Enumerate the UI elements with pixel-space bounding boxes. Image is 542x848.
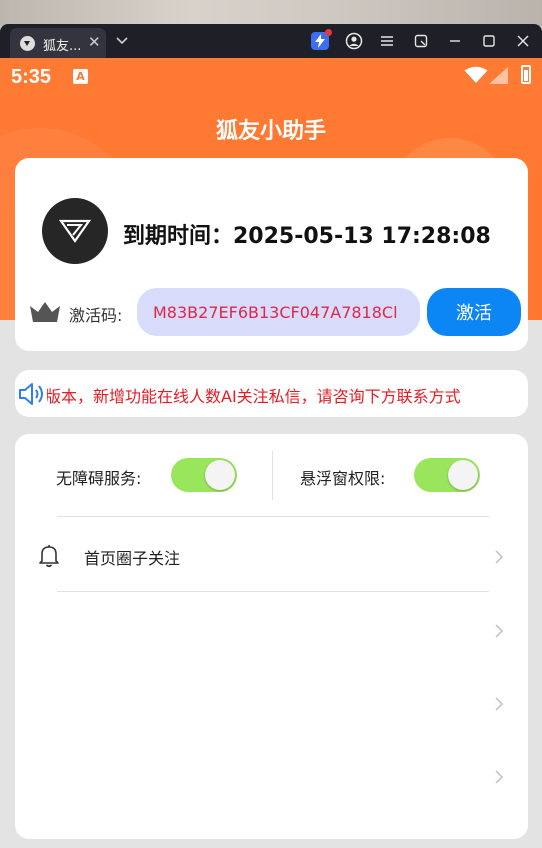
notice-text: 版本，新增功能在线人数AI关注私信，请咨询下方联系方式 [47, 387, 461, 406]
divider [57, 591, 489, 592]
expire-time: 到期时间：2025-05-13 17:28:08 [123, 224, 491, 249]
browser-tab[interactable]: 狐友... ✕ [10, 28, 106, 58]
tab-list-chevron-icon[interactable] [114, 32, 130, 48]
status-time: 5:35 [11, 66, 52, 88]
toggle-knob [205, 460, 235, 490]
notice-bar: 版本，新增功能在线人数AI关注私信，请咨询下方联系方式 [15, 370, 528, 417]
activation-code-label: 激活码: [69, 306, 123, 325]
bell-icon [39, 545, 59, 568]
battery-icon [521, 65, 531, 84]
chevron-right-icon[interactable] [494, 697, 504, 711]
settings-card: 无障碍服务: 悬浮窗权限: 首页圈子关注 [15, 434, 528, 839]
crown-icon [30, 302, 60, 322]
account-icon[interactable] [345, 32, 363, 50]
close-window-icon[interactable] [514, 32, 532, 50]
notice-clip: 版本，新增功能在线人数AI关注私信，请咨询下方联系方式 [47, 370, 528, 417]
chevron-right-icon[interactable] [494, 770, 504, 784]
menu-item-circle-follow[interactable]: 首页圈子关注 [84, 545, 180, 569]
activate-button[interactable]: 激活 [427, 288, 521, 336]
tab-favicon-icon [20, 36, 35, 51]
toggle-knob [448, 460, 478, 490]
account-card: 到期时间：2025-05-13 17:28:08 激活码: 激活 [15, 158, 528, 351]
app-screen: 5:35 A 狐友小助手 到期时间：2025-05-13 17:28:08 激活… [0, 58, 542, 848]
speaker-icon [19, 383, 43, 405]
notification-icon: A [73, 69, 88, 84]
signal-icon [489, 67, 508, 84]
overlay-permission-label: 悬浮窗权限: [300, 469, 386, 488]
overlay-permission-toggle[interactable] [414, 458, 480, 492]
extension-icon[interactable] [311, 29, 332, 50]
divider [57, 516, 489, 517]
tab-title: 狐友... [43, 39, 82, 54]
minimize-icon[interactable] [446, 32, 464, 50]
menu-icon[interactable] [378, 32, 396, 50]
maximize-icon[interactable] [480, 32, 498, 50]
chevron-right-icon[interactable] [494, 624, 504, 638]
browser-tab-bar: 狐友... ✕ [0, 24, 542, 58]
app-logo [42, 198, 108, 264]
activation-code-input[interactable] [137, 288, 420, 336]
wifi-icon [464, 66, 488, 83]
vertical-divider [272, 451, 273, 500]
accessibility-label: 无障碍服务: [56, 469, 142, 488]
chevron-right-icon[interactable] [494, 550, 504, 564]
accessibility-toggle[interactable] [171, 458, 237, 492]
app-title: 狐友小助手 [215, 119, 326, 144]
screenshot-icon[interactable] [412, 32, 430, 50]
tab-close-icon[interactable]: ✕ [88, 33, 101, 51]
desktop-background [0, 0, 542, 26]
